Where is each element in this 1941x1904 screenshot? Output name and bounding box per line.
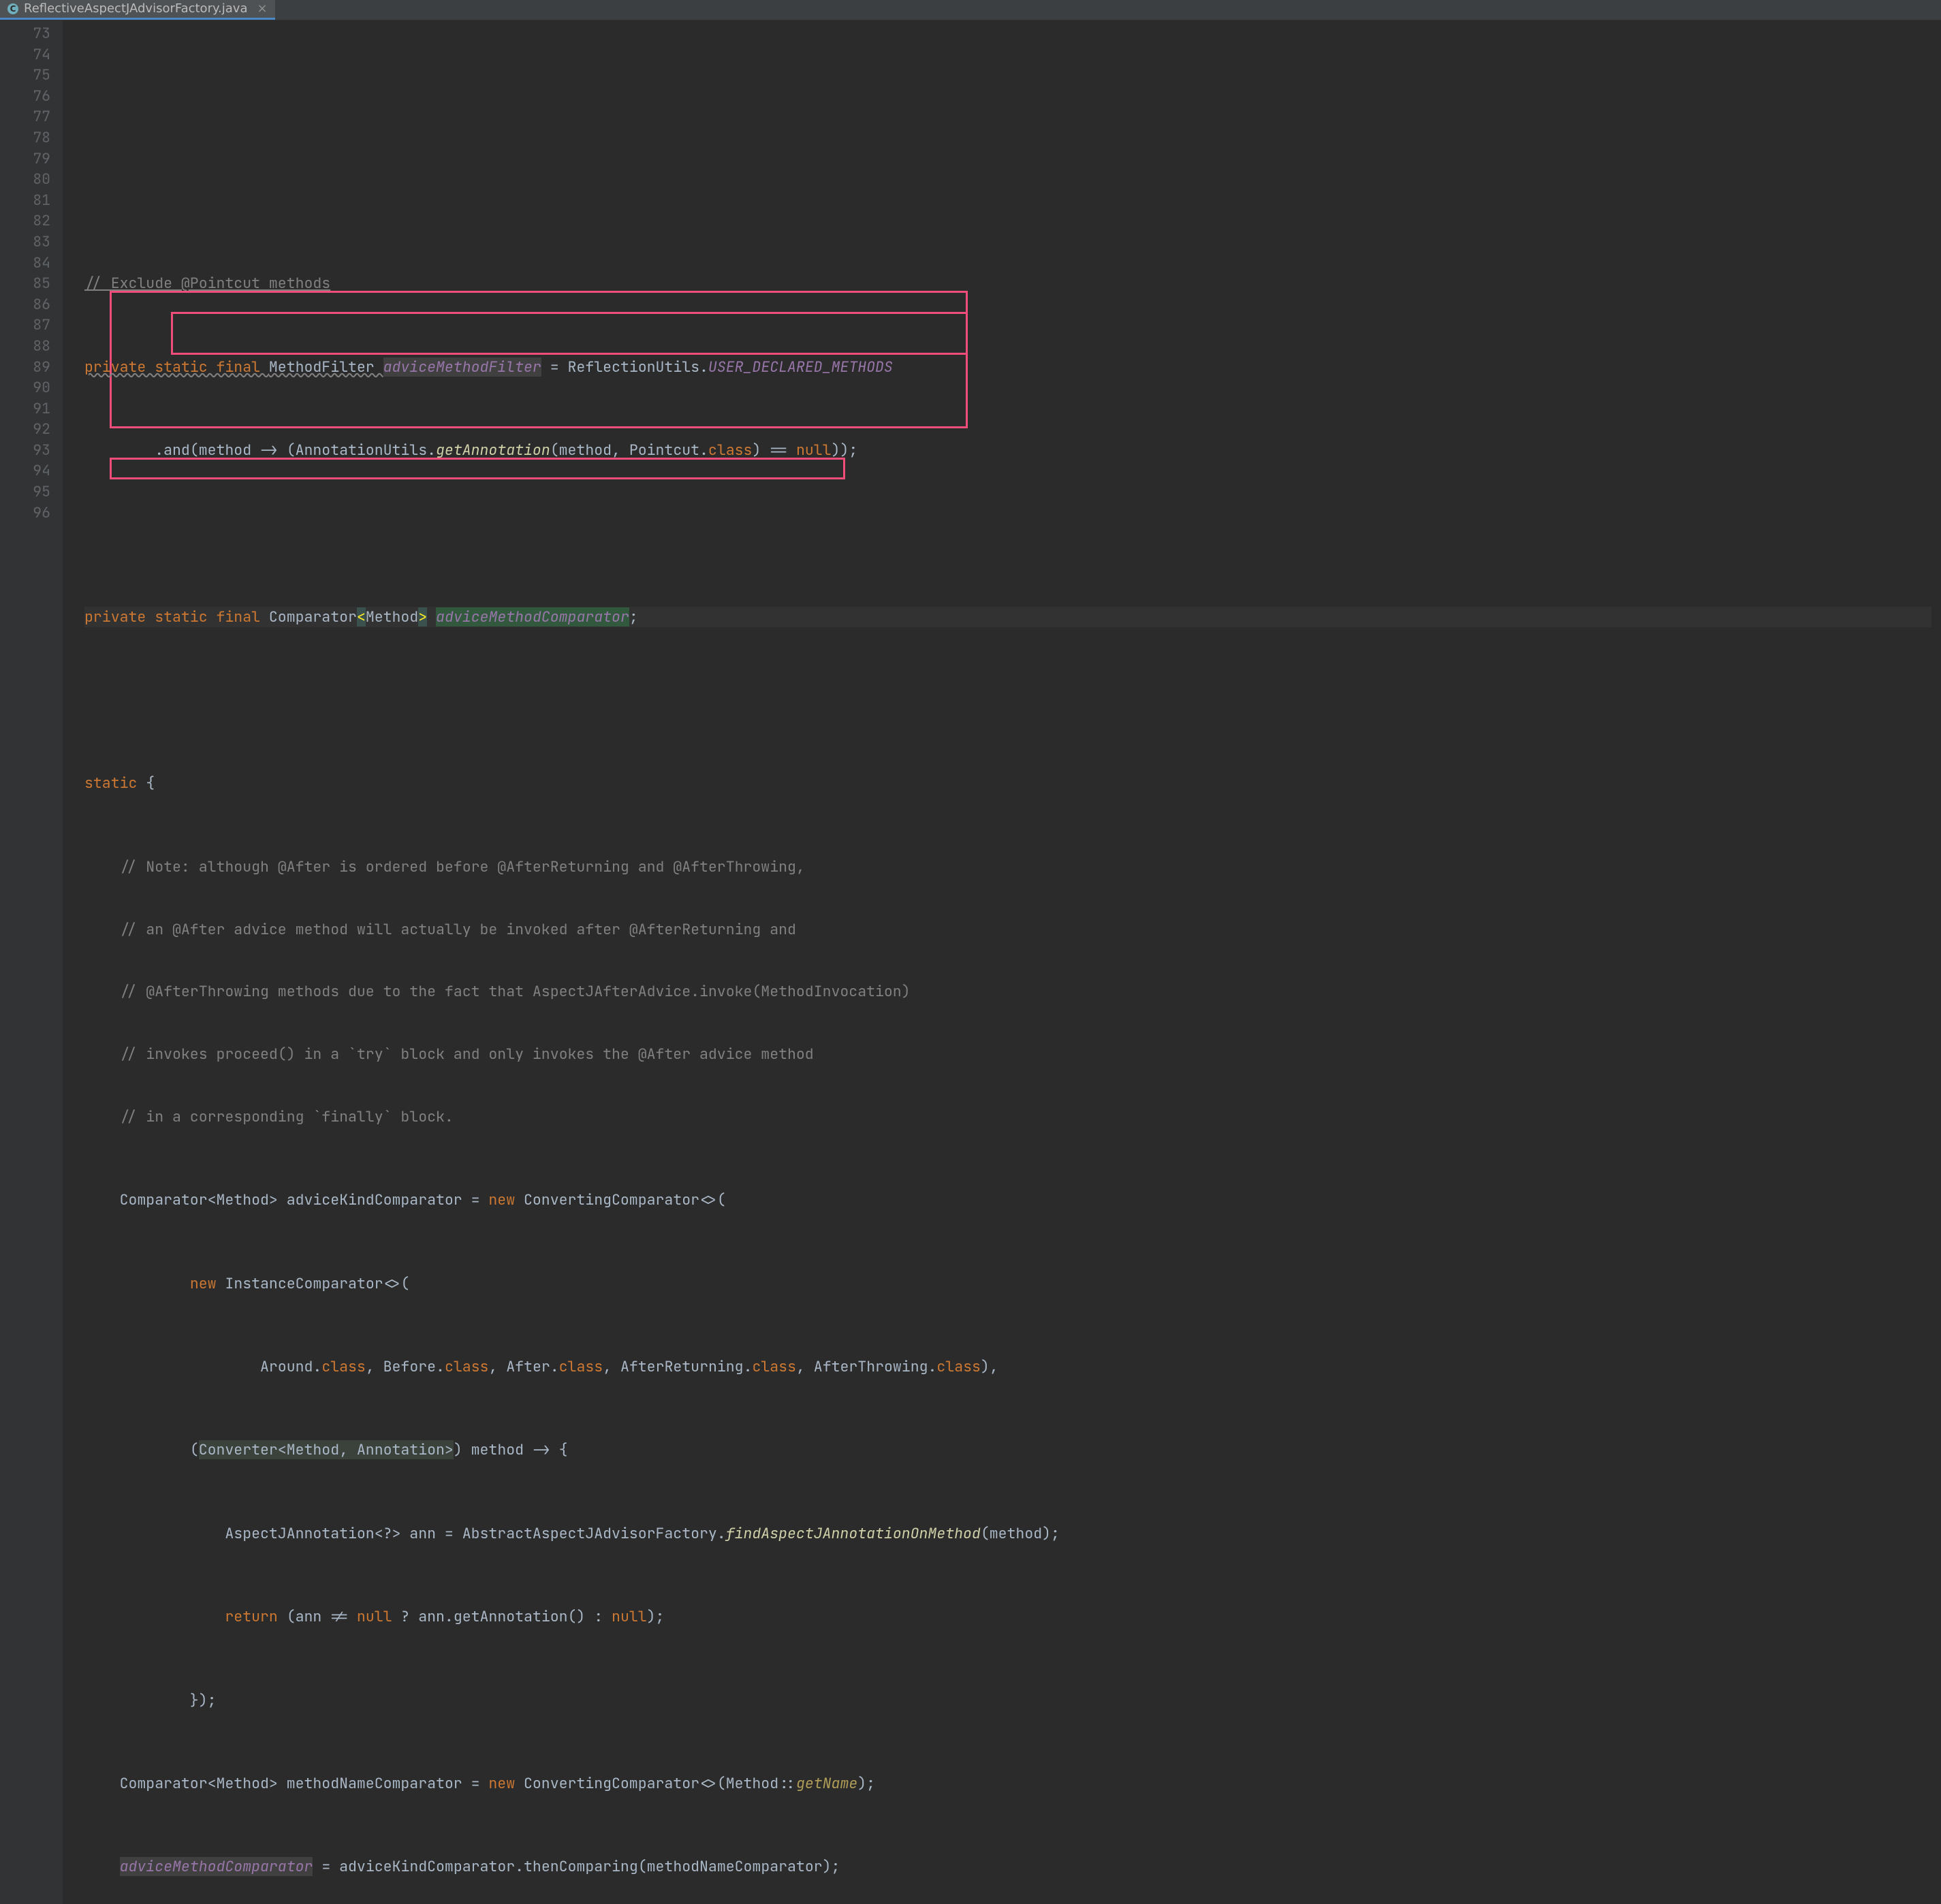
code-line: Around.class, Before.class, After.class,…	[84, 1356, 1931, 1378]
line-number: 93	[0, 440, 50, 461]
code-line	[84, 690, 1931, 711]
close-tab-icon[interactable]: ×	[253, 0, 268, 19]
annotation-box-inner	[171, 312, 968, 355]
line-number: 76	[0, 86, 50, 107]
line-number: 73	[0, 23, 50, 44]
code-line: private static final MethodFilter advice…	[84, 357, 1931, 378]
code-line: return (ann != null ? ann.getAnnotation(…	[84, 1606, 1931, 1628]
line-number: 81	[0, 190, 50, 211]
class-file-icon: C	[7, 3, 18, 14]
line-number: 85	[0, 273, 50, 294]
annotation-box-assign	[110, 458, 845, 479]
code-line: Comparator<Method> adviceKindComparator …	[84, 1190, 1931, 1211]
line-number: 75	[0, 65, 50, 86]
code-line: // @AfterThrowing methods due to the fac…	[84, 981, 1931, 1002]
line-number-gutter: 7374757677787980818283848586878889909192…	[0, 20, 63, 1904]
vertical-scrollbar[interactable]	[1931, 20, 1941, 1904]
line-number: 96	[0, 503, 50, 524]
line-number: 80	[0, 169, 50, 190]
code-line: (Converter<Method, Annotation>) method -…	[84, 1440, 1931, 1461]
fold-column	[63, 20, 82, 1904]
code-line	[84, 523, 1931, 544]
code-line: // Note: although @After is ordered befo…	[84, 857, 1931, 878]
code-line: .and(method -> (AnnotationUtils.getAnnot…	[84, 440, 1931, 461]
code-line: // an @After advice method will actually…	[84, 919, 1931, 940]
line-number: 89	[0, 357, 50, 378]
code-line-current: private static final Comparator<Method> …	[84, 607, 1931, 628]
code-line: Comparator<Method> methodNameComparator …	[84, 1773, 1931, 1794]
code-line: AspectJAnnotation<?> ann = AbstractAspec…	[84, 1523, 1931, 1544]
line-number: 90	[0, 377, 50, 398]
editor: 7374757677787980818283848586878889909192…	[0, 20, 1941, 1904]
line-number: 84	[0, 253, 50, 274]
line-number: 83	[0, 232, 50, 253]
line-number: 78	[0, 127, 50, 148]
code-line: static {	[84, 773, 1931, 794]
file-tab[interactable]: C ReflectiveAspectJAdvisorFactory.java ×	[0, 0, 275, 20]
line-number: 79	[0, 148, 50, 170]
line-number: 95	[0, 481, 50, 503]
code-line: adviceMethodComparator = adviceKindCompa…	[84, 1856, 1931, 1877]
line-number: 87	[0, 315, 50, 336]
code-line: // invokes proceed() in a `try` block an…	[84, 1044, 1931, 1065]
tab-bar: C ReflectiveAspectJAdvisorFactory.java ×	[0, 0, 1941, 20]
code-line: });	[84, 1690, 1931, 1711]
line-number: 92	[0, 419, 50, 440]
line-number: 94	[0, 460, 50, 481]
code-line: // in a corresponding `finally` block.	[84, 1107, 1931, 1128]
line-number: 77	[0, 106, 50, 127]
tab-filename: ReflectiveAspectJAdvisorFactory.java	[24, 0, 248, 19]
line-number: 74	[0, 44, 50, 65]
line-number: 82	[0, 210, 50, 232]
line-number: 91	[0, 398, 50, 419]
line-number: 86	[0, 294, 50, 315]
code-line: new InstanceComparator<>(	[84, 1273, 1931, 1295]
code-area[interactable]: // Exclude @Pointcut methods private sta…	[82, 20, 1931, 1904]
code-line	[84, 190, 1931, 211]
line-number: 88	[0, 336, 50, 357]
code-line: // Exclude @Pointcut methods	[84, 273, 1931, 294]
